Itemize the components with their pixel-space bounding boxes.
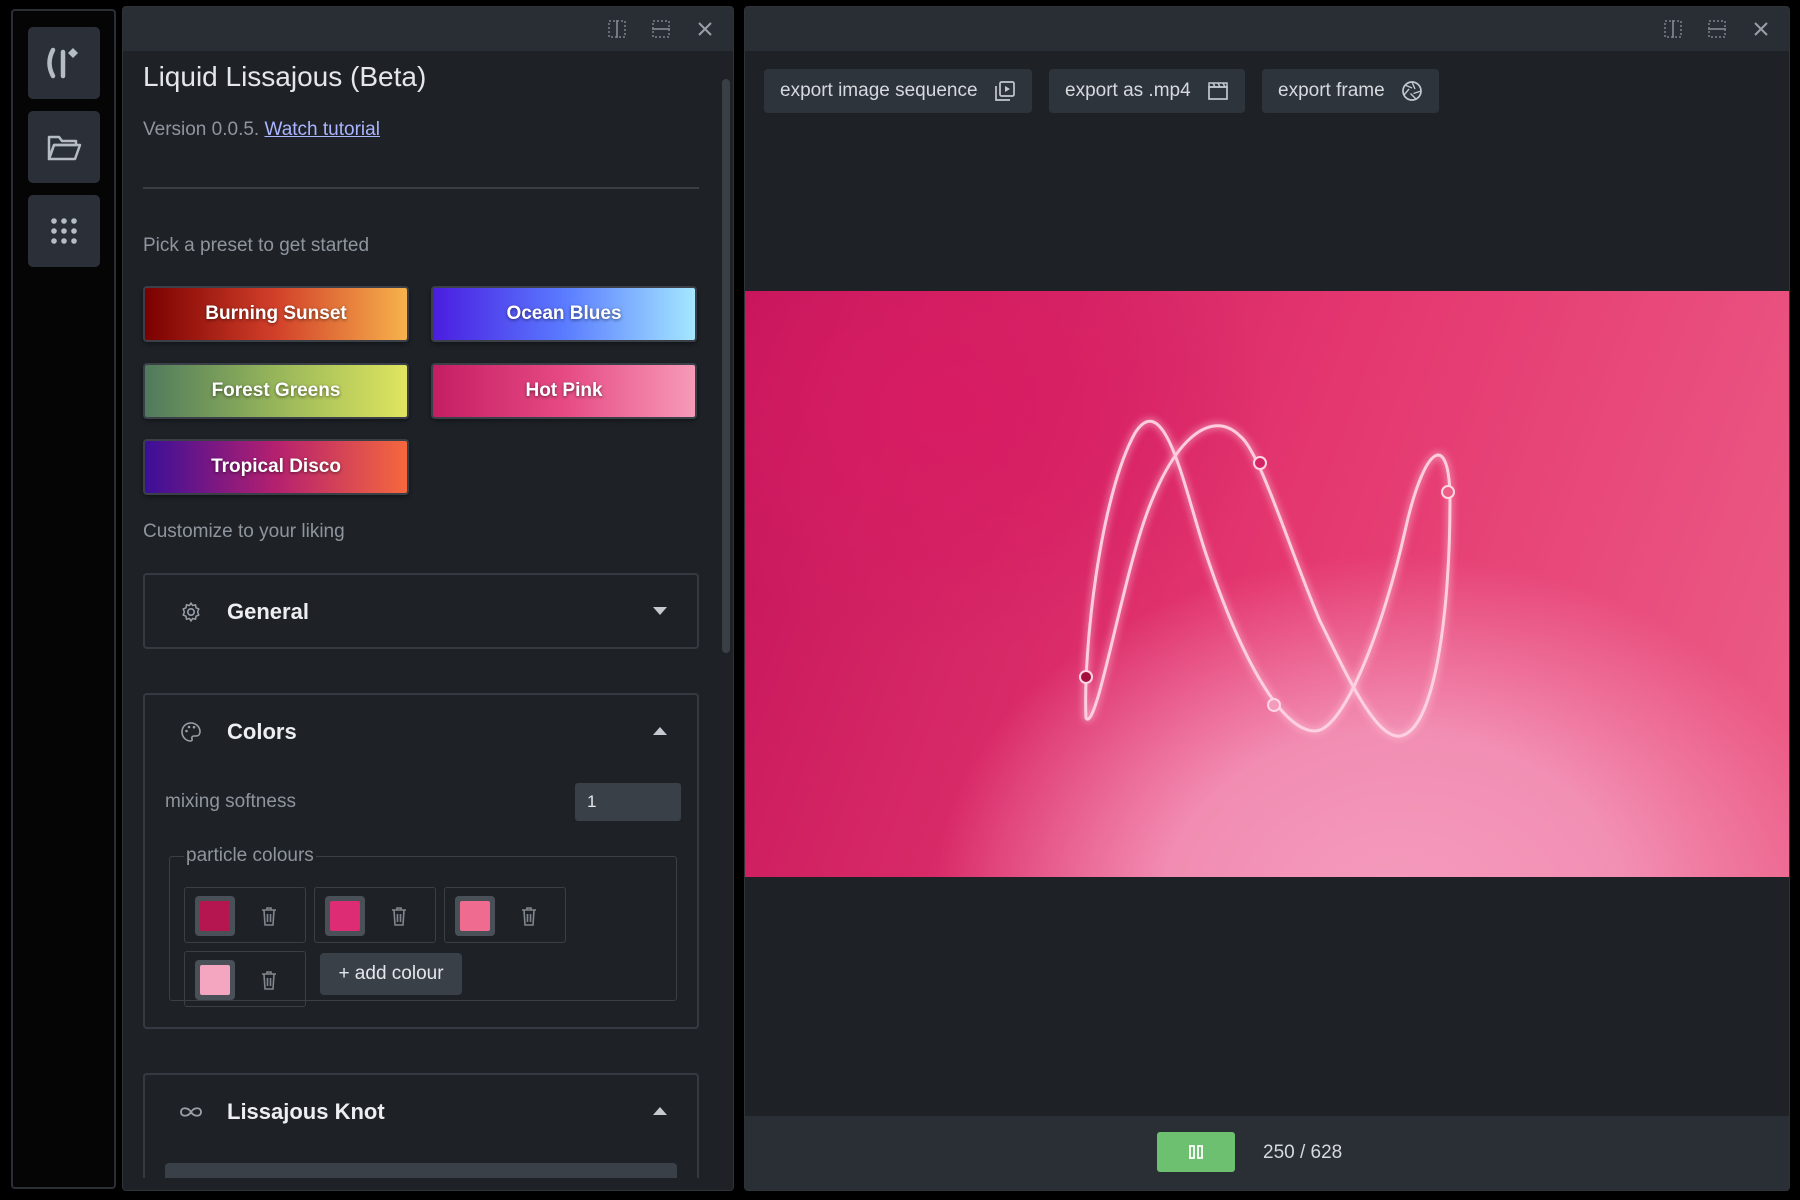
lissajous-control[interactable] [165,1163,677,1178]
export-frame-label: export frame [1278,80,1385,101]
preview-titlebar [745,7,1789,51]
apps-grid-button[interactable] [28,195,100,267]
settings-panel: Liquid Lissajous (Beta) Version 0.0.5. W… [122,6,734,1191]
camera-shutter-icon [1401,81,1422,101]
lissajous-section: Lissajous Knot [143,1073,699,1178]
split-horizontal-icon [1708,20,1726,38]
lissajous-curve [1079,419,1455,738]
colour-swatch[interactable] [195,960,235,1000]
settings-scrollbar[interactable] [722,79,730,653]
settings-titlebar [123,7,733,51]
colour-swatch[interactable] [195,896,235,936]
page-title: Liquid Lissajous (Beta) [143,61,427,92]
colour-swatch[interactable] [455,896,495,936]
lissajous-section-header[interactable]: Lissajous Knot [145,1075,697,1149]
divider [143,187,699,189]
export-image-sequence-button[interactable]: export image sequence [764,69,1032,113]
version-text: Version 0.0.5. [143,119,260,140]
trash-icon[interactable] [519,905,539,927]
trash-icon[interactable] [259,969,279,991]
app-sidebar [11,9,116,1189]
gear-icon [182,602,200,622]
preset-tropical-disco[interactable]: Tropical Disco [143,439,409,495]
handle-point[interactable] [1079,670,1093,684]
trash-icon[interactable] [259,905,279,927]
app-logo-icon [47,47,78,79]
split-horizontal-button[interactable] [649,17,673,41]
preset-burning-sunset[interactable]: Burning Sunset [143,286,409,342]
trash-icon[interactable] [389,905,409,927]
close-settings-button[interactable] [693,17,717,41]
playback-bar: 250 / 628 [745,1116,1789,1190]
preset-hot-pink[interactable]: Hot Pink [431,363,697,419]
export-frame-button[interactable]: export frame [1262,69,1439,113]
particle-colour-item [314,887,436,943]
export-mp4-label: export as .mp4 [1065,80,1191,101]
split-horizontal-button[interactable] [1705,17,1729,41]
image-sequence-icon [994,81,1015,101]
colors-section-title: Colors [227,719,297,744]
handle-point[interactable] [1253,456,1267,470]
logo-button[interactable] [28,27,100,99]
lissajous-section-title: Lissajous Knot [227,1099,385,1124]
watch-tutorial-link[interactable]: Watch tutorial [264,119,379,140]
particle-colour-item [444,887,566,943]
particle-colour-item [184,951,306,1007]
chevron-up-icon [653,727,667,735]
presets-label: Pick a preset to get started [143,235,370,256]
general-section-title: General [227,599,309,624]
settings-scroll-area[interactable]: Liquid Lissajous (Beta) Version 0.0.5. W… [123,51,733,1178]
grid-icon [51,218,77,244]
preset-ocean-blues[interactable]: Ocean Blues [431,286,697,342]
palette-icon [181,722,201,742]
split-vertical-icon [1664,20,1682,38]
general-section-header[interactable]: General [145,575,697,649]
colors-section: Colors mixing softness particle colours [143,693,699,1029]
close-icon [1754,22,1768,36]
split-vertical-button[interactable] [605,17,629,41]
version-line: Version 0.0.5. Watch tutorial [143,119,380,141]
pause-icon [1189,1145,1203,1159]
colour-swatch[interactable] [325,896,365,936]
clapperboard-icon [1207,82,1228,100]
preview-panel: export image sequence export as .mp4 exp… [744,6,1790,1191]
particle-colours-label: particle colours [186,845,314,866]
colors-section-header[interactable]: Colors [145,695,697,769]
particle-colour-item [184,887,306,943]
split-vertical-icon [608,20,626,38]
mixing-softness-input[interactable] [575,783,681,821]
folder-icon [47,135,82,161]
chevron-up-icon [653,1107,667,1115]
add-colour-button[interactable]: + add colour [320,953,462,995]
close-preview-button[interactable] [1749,17,1773,41]
preset-forest-greens[interactable]: Forest Greens [143,363,409,419]
export-image-sequence-label: export image sequence [780,80,978,101]
render-canvas[interactable] [745,291,1789,877]
split-vertical-button[interactable] [1661,17,1685,41]
handle-point[interactable] [1441,485,1455,499]
export-mp4-button[interactable]: export as .mp4 [1049,69,1245,113]
customize-label: Customize to your liking [143,521,345,542]
open-folder-button[interactable] [28,111,100,183]
general-section: General [143,573,699,649]
frame-counter: 250 / 628 [1263,1142,1343,1163]
particle-colours-group: particle colours + add colour [169,845,677,1007]
chevron-down-icon [653,607,667,615]
split-horizontal-icon [652,20,670,38]
close-icon [698,22,712,36]
handle-point[interactable] [1267,698,1281,712]
mixing-softness-label: mixing softness [165,791,296,812]
pause-button[interactable] [1157,1132,1235,1172]
infinity-icon [180,1107,202,1117]
